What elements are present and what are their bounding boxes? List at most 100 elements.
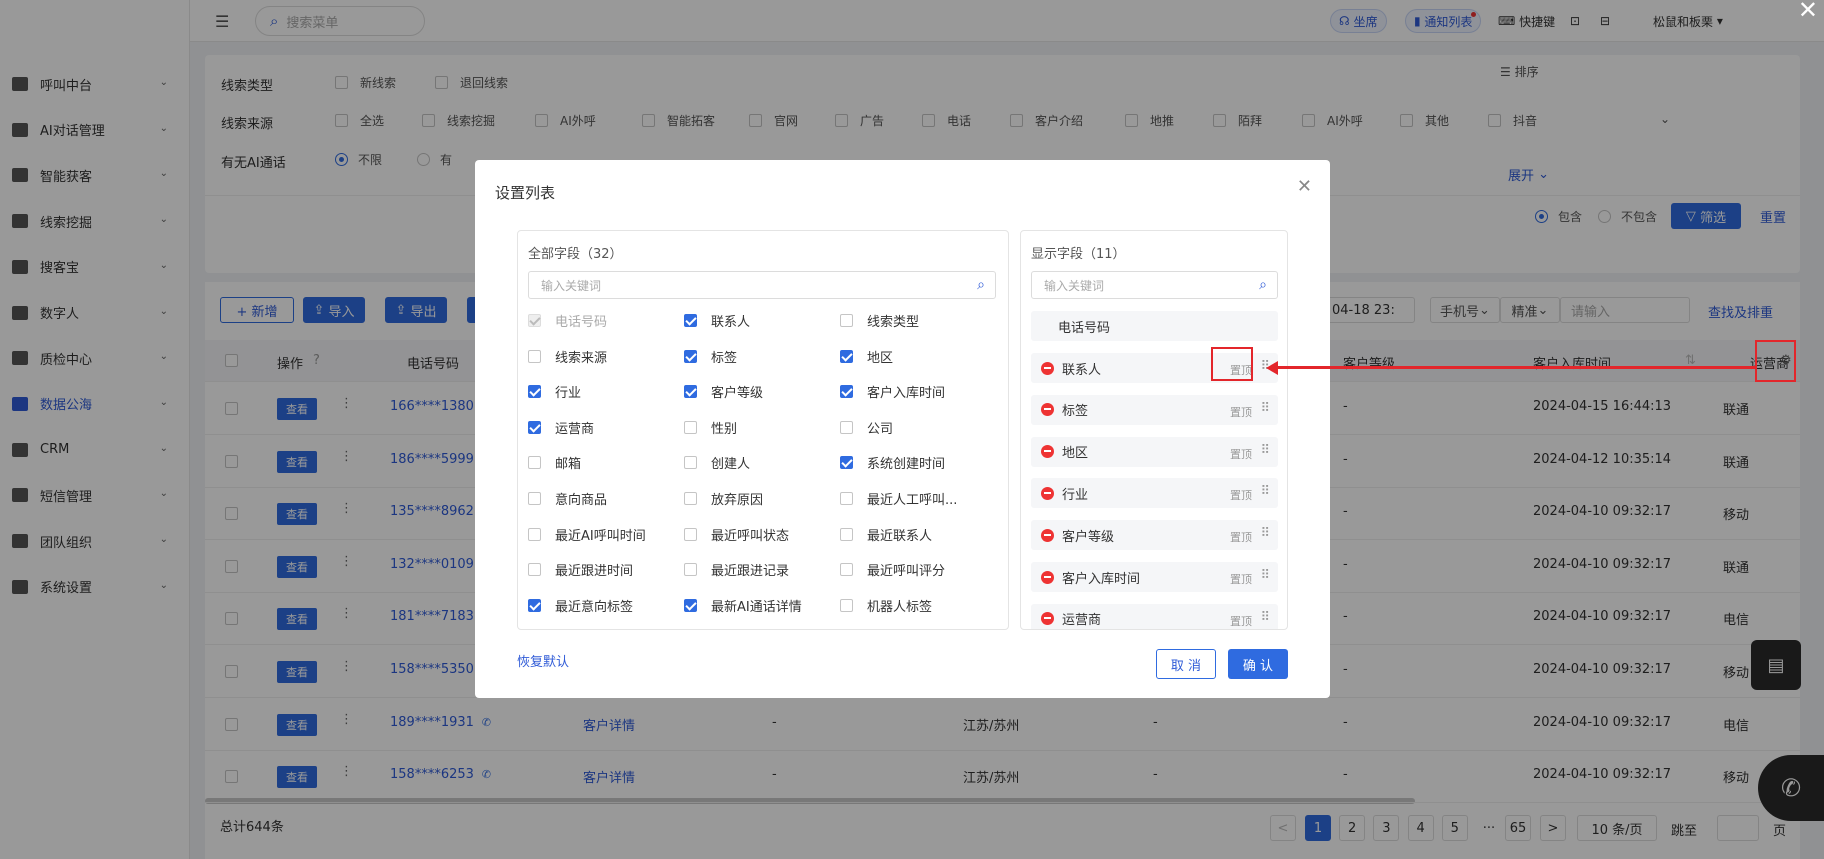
checkbox: [528, 598, 541, 612]
settings-modal: 设置列表 ✕ 全部字段（32） 输入关键词 ⌕ 电话号码 联系人 线索类型 线索来源标…: [475, 160, 1330, 698]
checkbox: [840, 349, 853, 363]
field-option[interactable]: 最近呼叫状态: [684, 525, 789, 544]
checkbox: [528, 563, 541, 577]
pin-top-button[interactable]: 置顶: [1230, 487, 1252, 503]
remove-icon[interactable]: [1041, 445, 1054, 459]
field-option[interactable]: 运营商: [528, 418, 594, 437]
drag-handle-icon[interactable]: ⠿: [1260, 526, 1269, 541]
field-label: 系统创建时间: [867, 457, 946, 473]
field-option[interactable]: 最近跟进时间: [528, 560, 633, 579]
drag-handle-icon[interactable]: ⠿: [1260, 484, 1269, 499]
annotation-box-gear: [1755, 340, 1796, 382]
field-option[interactable]: 标签: [684, 347, 737, 366]
field-option[interactable]: 邮箱: [528, 453, 581, 472]
field-option[interactable]: 最新AI通话详情: [684, 596, 802, 615]
cancel-button[interactable]: 取 消: [1156, 649, 1216, 679]
field-option[interactable]: 机器人标签: [840, 596, 932, 615]
field-label: 线索来源: [555, 350, 608, 366]
field-option[interactable]: 最近联系人: [840, 525, 932, 544]
checkbox: [684, 563, 697, 577]
pin-top-button[interactable]: 置顶: [1230, 613, 1252, 629]
field-option[interactable]: 放弃原因: [684, 489, 763, 508]
drag-handle-icon[interactable]: ⠿: [1260, 568, 1269, 583]
field-option[interactable]: 线索类型: [840, 311, 919, 330]
drag-handle-icon[interactable]: ⠿: [1260, 443, 1269, 458]
checkbox: [840, 314, 853, 327]
field-label: 客户等级: [711, 386, 764, 402]
shown-fields-placeholder: 输入关键词: [1044, 278, 1105, 293]
confirm-button[interactable]: 确 认: [1228, 649, 1288, 679]
remove-icon[interactable]: [1041, 612, 1054, 626]
drag-handle-icon[interactable]: ⠿: [1260, 610, 1269, 625]
close-icon[interactable]: ✕: [1798, 0, 1818, 24]
checkbox: [840, 456, 853, 470]
shown-field-item[interactable]: 行业 置顶 ⠿: [1031, 478, 1278, 509]
field-option[interactable]: 客户入库时间: [840, 382, 945, 401]
field-label: 最近人工呼叫...: [867, 493, 958, 508]
field-option[interactable]: 意向商品: [528, 489, 607, 508]
field-option[interactable]: 地区: [840, 347, 893, 366]
field-label: 性别: [711, 421, 738, 437]
checkbox: [528, 456, 541, 470]
shown-field-label: 运营商: [1062, 613, 1102, 629]
pin-top-button[interactable]: 置顶: [1230, 446, 1252, 462]
drag-handle-icon[interactable]: ⠿: [1260, 401, 1269, 416]
shown-field-label: 客户等级: [1062, 529, 1115, 545]
annotation-arrow-head: [1266, 361, 1278, 375]
field-option[interactable]: 客户等级: [684, 382, 763, 401]
all-fields-title: 全部字段（32）: [528, 247, 623, 262]
all-fields-placeholder: 输入关键词: [541, 278, 602, 293]
field-option[interactable]: 最近AI呼叫时间: [528, 525, 646, 544]
field-option[interactable]: 最近意向标签: [528, 596, 633, 615]
field-option: 电话号码: [528, 311, 607, 330]
field-option[interactable]: 最近跟进记录: [684, 560, 789, 579]
shown-field-label: 行业: [1062, 487, 1089, 503]
field-option[interactable]: 最近人工呼叫...: [840, 489, 957, 508]
remove-icon[interactable]: [1041, 570, 1054, 584]
all-fields-search-input[interactable]: 输入关键词 ⌕: [528, 271, 996, 299]
checkbox: [840, 527, 853, 541]
shown-field-item[interactable]: 地区 置顶 ⠿: [1031, 436, 1278, 467]
field-label: 最近联系人: [867, 528, 933, 544]
field-label: 最近跟进时间: [555, 564, 634, 580]
remove-icon[interactable]: [1041, 486, 1054, 500]
field-option[interactable]: 系统创建时间: [840, 453, 945, 472]
field-option[interactable]: 行业: [528, 382, 581, 401]
shown-field-fixed: 电话号码: [1031, 311, 1278, 341]
field-label: 运营商: [555, 421, 595, 437]
field-option[interactable]: 公司: [840, 418, 893, 437]
cancel-label: 取 消: [1170, 658, 1202, 674]
restore-default-button[interactable]: 恢复默认: [517, 651, 569, 670]
shown-field-label: 标签: [1062, 404, 1089, 420]
field-label: 最新AI通话详情: [711, 599, 802, 615]
remove-icon[interactable]: [1041, 528, 1054, 542]
field-label: 放弃原因: [711, 493, 764, 508]
field-option[interactable]: 创建人: [684, 453, 750, 472]
shown-field-item[interactable]: 客户入库时间 置顶 ⠿: [1031, 562, 1278, 592]
shown-field-label: 客户入库时间: [1062, 571, 1141, 587]
pin-top-button[interactable]: 置顶: [1230, 529, 1252, 545]
field-option[interactable]: 最近呼叫评分: [840, 560, 945, 579]
modal-title: 设置列表: [495, 184, 556, 202]
shown-field-item[interactable]: 运营商 置顶 ⠿: [1031, 603, 1278, 629]
field-label: 最近AI呼叫时间: [555, 528, 646, 544]
shown-field-item[interactable]: 客户等级 置顶 ⠿: [1031, 520, 1278, 551]
shown-fields-search-input[interactable]: 输入关键词 ⌕: [1031, 271, 1278, 299]
search-icon: ⌕: [977, 277, 985, 293]
pin-top-button[interactable]: 置顶: [1230, 404, 1252, 420]
modal-close-icon[interactable]: ✕: [1297, 176, 1312, 197]
field-option[interactable]: 线索来源: [528, 347, 607, 366]
remove-icon[interactable]: [1041, 361, 1054, 375]
pin-top-button[interactable]: 置顶: [1230, 571, 1252, 587]
remove-icon[interactable]: [1041, 403, 1054, 417]
field-option[interactable]: 联系人: [684, 311, 750, 330]
field-label: 机器人标签: [867, 599, 933, 615]
shown-field-item[interactable]: 标签 置顶 ⠿: [1031, 394, 1278, 425]
checkbox: [684, 492, 697, 505]
shown-field-label: 联系人: [1062, 362, 1102, 378]
confirm-label: 确 认: [1242, 658, 1274, 674]
checkbox: [684, 598, 697, 612]
field-option[interactable]: 性别: [684, 418, 737, 437]
checkbox: [528, 527, 541, 541]
field-label: 标签: [711, 350, 738, 366]
